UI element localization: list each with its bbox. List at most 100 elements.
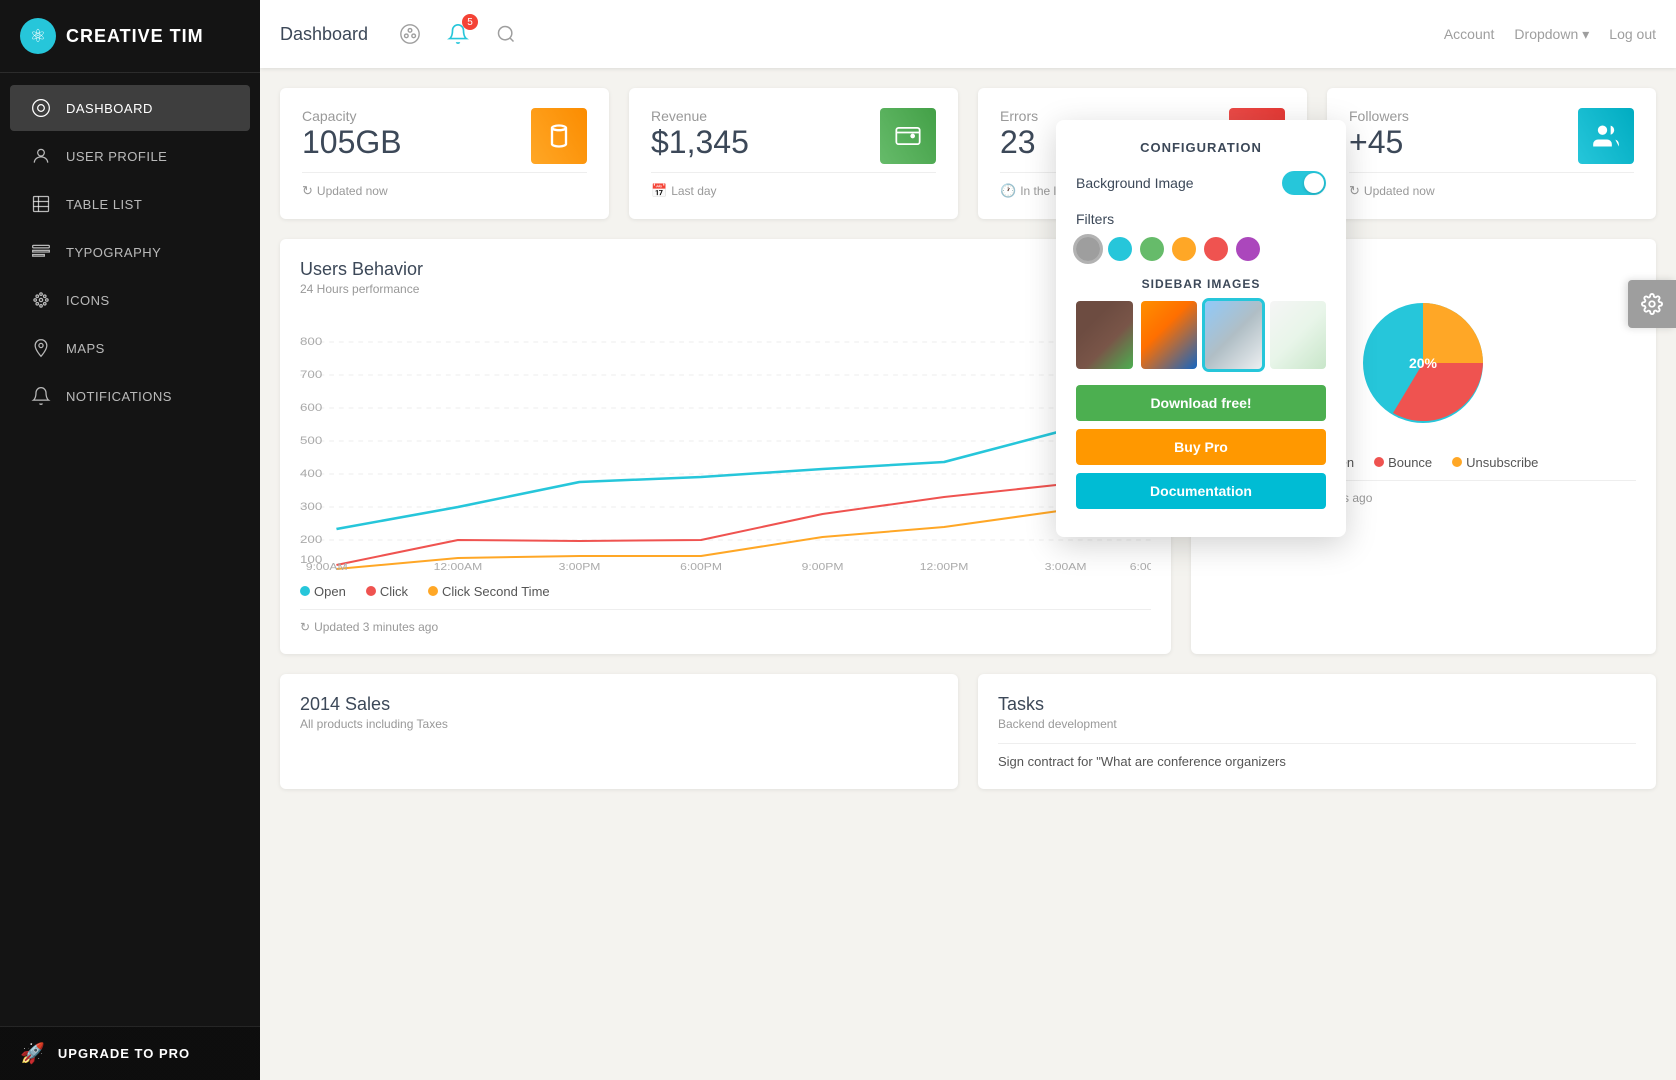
svg-text:6:00AM: 6:00AM	[1130, 562, 1151, 572]
sidebar-image-1[interactable]	[1076, 301, 1133, 369]
svg-text:600: 600	[300, 401, 323, 414]
svg-text:12:00AM: 12:00AM	[434, 562, 483, 572]
svg-text:9:00AM: 9:00AM	[306, 562, 348, 572]
capacity-card: Capacity 105GB ↻ Updated now	[280, 88, 609, 219]
capacity-footer: ↻ Updated now	[302, 172, 587, 199]
search-icon[interactable]	[490, 18, 522, 50]
background-image-row: Background Image	[1076, 171, 1326, 195]
filters-section: Filters	[1076, 211, 1326, 261]
legend-click2: Click Second Time	[428, 584, 550, 599]
svg-text:800: 800	[300, 335, 323, 348]
filter-colors-row	[1076, 237, 1326, 261]
filter-red[interactable]	[1204, 237, 1228, 261]
followers-value: +45	[1349, 124, 1409, 161]
clock-icon: 🕐	[1000, 183, 1016, 199]
sidebar-item-dashboard[interactable]: DASHBOARD	[10, 85, 250, 131]
filter-green[interactable]	[1140, 237, 1164, 261]
legend-open: Open	[300, 584, 346, 599]
stat-cards-row: Capacity 105GB ↻ Updated now Revenue	[280, 88, 1656, 219]
notifications-button[interactable]: 5	[442, 18, 474, 50]
chart-section: Users Behavior 24 Hours performance 800	[280, 239, 1656, 654]
sidebar-item-maps-label: MAPS	[66, 341, 105, 356]
sales-subtitle: All products including Taxes	[300, 717, 938, 731]
sidebar-item-typography[interactable]: TYPOGRAPHY	[10, 229, 250, 275]
filter-cyan[interactable]	[1108, 237, 1132, 261]
svg-text:300: 300	[300, 500, 323, 513]
svg-text:6:00PM: 6:00PM	[680, 562, 722, 572]
followers-icon	[1578, 108, 1634, 164]
bottom-section: 2014 Sales All products including Taxes …	[280, 674, 1656, 789]
palette-icon[interactable]	[394, 18, 426, 50]
sidebar-image-3[interactable]	[1205, 301, 1262, 369]
sidebar-item-notifications[interactable]: NOTIFICATIONS	[10, 373, 250, 419]
revenue-icon	[880, 108, 936, 164]
sidebar-nav: DASHBOARD USER PROFILE TABLE LIST TYPOGR…	[0, 73, 260, 1026]
account-link[interactable]: Account	[1444, 26, 1495, 42]
revenue-card: Revenue $1,345 📅 Last day	[629, 88, 958, 219]
dropdown-label: Dropdown	[1514, 26, 1578, 42]
tasks-subtitle: Backend development	[998, 717, 1636, 731]
notifications-icon	[30, 385, 52, 407]
sidebar-image-2[interactable]	[1141, 301, 1198, 369]
sidebar-images-row	[1076, 301, 1326, 369]
svg-text:12:00PM: 12:00PM	[920, 562, 969, 572]
logo-icon: ⚛	[20, 18, 56, 54]
filters-label: Filters	[1076, 211, 1326, 227]
followers-footer: ↻ Updated now	[1349, 172, 1634, 199]
documentation-button[interactable]: Documentation	[1076, 473, 1326, 509]
tasks-title: Tasks	[998, 694, 1636, 715]
notification-badge: 5	[462, 14, 478, 30]
sidebar-item-maps[interactable]: MAPS	[10, 325, 250, 371]
refresh2-icon: ↻	[1349, 183, 1360, 199]
revenue-value: $1,345	[651, 124, 749, 161]
dashboard-icon	[30, 97, 52, 119]
line-chart-svg: 800 700 600 500 400 300 200 100	[300, 312, 1151, 572]
config-title: CONFIGURATION	[1076, 140, 1326, 155]
svg-text:200: 200	[300, 533, 323, 546]
header-nav: Account Dropdown ▾ Log out	[1444, 26, 1656, 43]
chart-footer-text: Updated 3 minutes ago	[314, 620, 438, 634]
sidebar-item-icons[interactable]: ICONS	[10, 277, 250, 323]
revenue-footer-text: Last day	[671, 184, 716, 198]
sidebar-logo: ⚛ CREATIVE TIM	[0, 0, 260, 73]
main-content: Dashboard 5 Account Dropdown ▾ Log out	[260, 0, 1676, 1080]
table-icon	[30, 193, 52, 215]
sidebar-item-table-list[interactable]: TABLE LIST	[10, 181, 250, 227]
logout-button[interactable]: Log out	[1609, 26, 1656, 42]
svg-text:3:00PM: 3:00PM	[559, 562, 601, 572]
followers-card: Followers +45 ↻ Updated now	[1327, 88, 1656, 219]
calendar-icon: 📅	[651, 183, 667, 199]
svg-text:20%: 20%	[1409, 355, 1438, 371]
buy-pro-button[interactable]: Buy Pro	[1076, 429, 1326, 465]
sales-card: 2014 Sales All products including Taxes	[280, 674, 958, 789]
pie-legend-unsubscribe: Unsubscribe	[1452, 455, 1538, 470]
svg-text:400: 400	[300, 467, 323, 480]
upgrade-label: UPGRADE TO PRO	[58, 1046, 190, 1061]
refresh-icon: ↻	[302, 183, 313, 199]
sidebar-item-notifications-label: NOTIFICATIONS	[66, 389, 172, 404]
upgrade-to-pro-button[interactable]: 🚀 UPGRADE TO PRO	[0, 1026, 260, 1080]
filter-purple[interactable]	[1236, 237, 1260, 261]
filter-orange[interactable]	[1172, 237, 1196, 261]
sidebar-item-dashboard-label: DASHBOARD	[66, 101, 153, 116]
settings-gear-button[interactable]	[1628, 280, 1676, 328]
dropdown-menu[interactable]: Dropdown ▾	[1514, 26, 1589, 43]
page-content: Capacity 105GB ↻ Updated now Revenue	[260, 68, 1676, 1080]
task-item: Sign contract for "What are conference o…	[998, 743, 1636, 769]
capacity-label: Capacity	[302, 108, 402, 124]
sidebar-item-user-profile[interactable]: USER PROFILE	[10, 133, 250, 179]
chevron-down-icon: ▾	[1582, 26, 1589, 43]
svg-text:3:00AM: 3:00AM	[1045, 562, 1087, 572]
users-behavior-card: Users Behavior 24 Hours performance 800	[280, 239, 1171, 654]
chart-area: 800 700 600 500 400 300 200 100	[300, 312, 1151, 572]
bg-image-label: Background Image	[1076, 175, 1194, 191]
toggle-knob	[1304, 173, 1324, 193]
download-free-button[interactable]: Download free!	[1076, 385, 1326, 421]
background-image-toggle[interactable]	[1282, 171, 1326, 195]
sidebar-item-typography-label: TYPOGRAPHY	[66, 245, 161, 260]
chart-title: Users Behavior	[300, 259, 1151, 280]
header: Dashboard 5 Account Dropdown ▾ Log out	[260, 0, 1676, 68]
legend-click: Click	[366, 584, 408, 599]
filter-gray[interactable]	[1076, 237, 1100, 261]
sidebar-image-4[interactable]	[1270, 301, 1327, 369]
